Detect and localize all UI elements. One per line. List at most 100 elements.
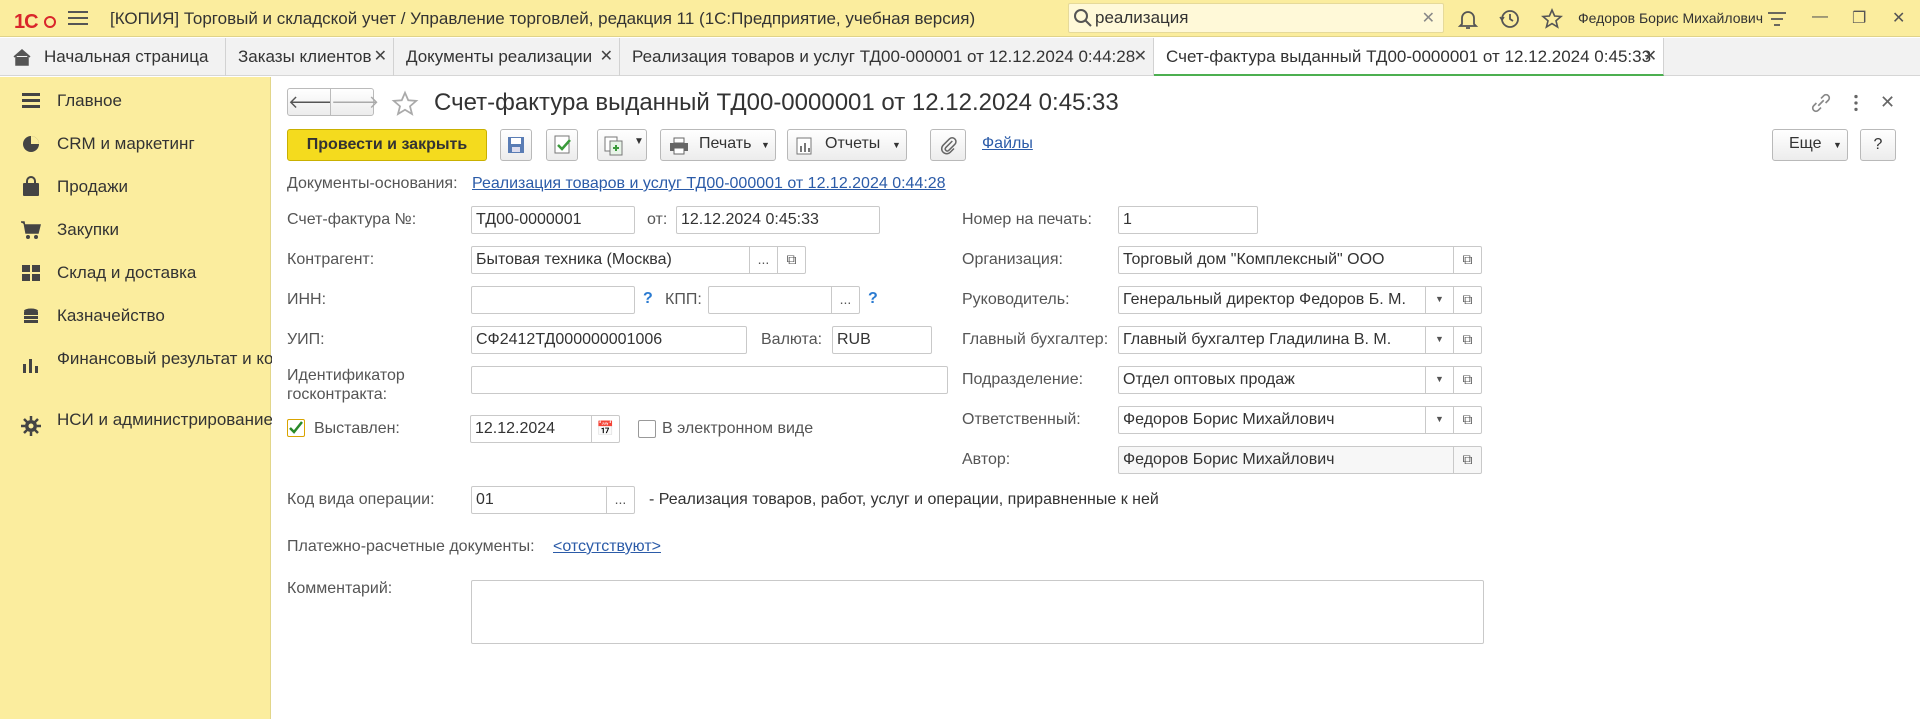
dropdown-arrow-icon[interactable]: ▼	[1425, 287, 1453, 313]
attach-button[interactable]	[930, 129, 966, 161]
responsible-field[interactable]: Федоров Борис Михайлович ▼ ⧉	[1118, 406, 1482, 434]
open-icon[interactable]: ⧉	[1453, 407, 1481, 433]
organization-field[interactable]: Торговый дом "Комплексный" ООО ⧉	[1118, 246, 1482, 274]
tab-customer-orders[interactable]: Заказы клиентов ✕	[226, 38, 394, 76]
app-logo[interactable]: 1С	[14, 7, 65, 35]
search-input[interactable]	[1095, 7, 1405, 29]
open-icon[interactable]: ⧉	[1453, 327, 1481, 353]
tab-home[interactable]: Начальная страница	[0, 38, 226, 76]
gov-contract-id-field[interactable]	[471, 366, 948, 394]
author-field[interactable]: Федоров Борис Михайлович ⧉	[1118, 446, 1482, 474]
currency-label: Валюта:	[761, 331, 823, 348]
minimize-icon[interactable]: —	[1812, 8, 1828, 26]
files-link[interactable]: Файлы	[982, 135, 1033, 153]
print-no-label: Номер на печать:	[962, 211, 1092, 228]
page-title: Счет-фактура выданный ТД00-0000001 от 12…	[434, 89, 1119, 116]
chief-accountant-field[interactable]: Главный бухгалтер Гладилина В. М. ▼ ⧉	[1118, 326, 1482, 354]
close-form-icon[interactable]: ✕	[1880, 92, 1895, 113]
close-tab-icon[interactable]: ✕	[374, 38, 387, 76]
tab-sales-documents[interactable]: Документы реализации ✕	[394, 38, 620, 76]
department-field[interactable]: Отдел оптовых продаж ▼ ⧉	[1118, 366, 1482, 394]
reports-icon	[796, 137, 812, 155]
link-icon[interactable]	[1810, 92, 1832, 114]
close-tab-icon[interactable]: ✕	[1644, 38, 1657, 76]
settings-lines-icon[interactable]	[1765, 7, 1789, 31]
open-icon[interactable]: ⧉	[1453, 247, 1481, 273]
search-icon	[1074, 9, 1092, 27]
sidebar-item-finance[interactable]: Финансовый результат и контроллинг	[0, 338, 354, 384]
dropdown-arrow-icon[interactable]: ▼	[1425, 367, 1453, 393]
select-button[interactable]: ...	[831, 287, 859, 313]
head-field[interactable]: Генеральный директор Федоров Б. М. ▼ ⧉	[1118, 286, 1482, 314]
restore-icon[interactable]: ❐	[1852, 8, 1866, 28]
current-user[interactable]: Федоров Борис Михайлович	[1578, 10, 1763, 26]
electronic-checkbox[interactable]	[638, 420, 656, 438]
print-button[interactable]: Печать ▼	[660, 129, 776, 161]
coins-icon	[24, 308, 38, 323]
open-icon[interactable]: ⧉	[1453, 367, 1481, 393]
sidebar-item-treasury[interactable]: Казначейство	[0, 295, 271, 335]
organization-label: Организация:	[962, 251, 1063, 268]
select-button[interactable]: ...	[606, 487, 634, 513]
invoice-no-field[interactable]: ТД00-0000001	[471, 206, 635, 234]
post-button[interactable]	[546, 129, 578, 161]
sidebar-item-sales[interactable]: Продажи	[0, 166, 271, 206]
close-tab-icon[interactable]: ✕	[1134, 38, 1147, 76]
bell-icon[interactable]	[1456, 7, 1480, 31]
issued-checkbox[interactable]	[287, 419, 305, 437]
menu-lines-icon	[22, 93, 40, 108]
forward-button[interactable]: 🡒	[330, 88, 379, 116]
sidebar-item-purchases[interactable]: Закупки	[0, 209, 271, 249]
uip-label: УИП:	[287, 331, 325, 348]
kpp-help-icon[interactable]: ?	[868, 290, 878, 308]
window-title: [КОПИЯ] Торговый и складской учет / Упра…	[110, 9, 976, 28]
open-icon[interactable]: ⧉	[1453, 287, 1481, 313]
sidebar-item-crm[interactable]: CRM и маркетинг	[0, 123, 271, 163]
basis-doc-link[interactable]: Реализация товаров и услуг ТД00-000001 о…	[472, 175, 946, 193]
clear-search-icon[interactable]: ✕	[1422, 8, 1435, 28]
close-tab-icon[interactable]: ✕	[600, 38, 613, 76]
comment-textarea[interactable]	[471, 580, 1484, 644]
history-icon[interactable]	[1498, 7, 1522, 31]
counterparty-field[interactable]: Бытовая техника (Москва) ... ⧉	[471, 246, 806, 274]
global-search[interactable]: ✕	[1068, 3, 1444, 33]
open-icon[interactable]: ⧉	[1453, 447, 1481, 473]
author-label: Автор:	[962, 451, 1011, 468]
sidebar-item-admin[interactable]: НСИ и администрирование	[0, 399, 273, 445]
close-window-icon[interactable]: ✕	[1892, 8, 1905, 28]
calendar-icon[interactable]: 📅	[591, 416, 619, 442]
more-button[interactable]: Еще ▼	[1772, 129, 1848, 161]
currency-field[interactable]: RUB	[832, 326, 932, 354]
dropdown-arrow-icon[interactable]: ▼	[1425, 407, 1453, 433]
open-icon[interactable]: ⧉	[777, 247, 805, 273]
select-button[interactable]: ...	[749, 247, 777, 273]
logo-c-mark-icon	[44, 15, 57, 28]
kpp-field[interactable]: ...	[708, 286, 860, 314]
operation-code-field[interactable]: 01 ...	[471, 486, 635, 514]
electronic-label: В электронном виде	[662, 420, 814, 437]
post-and-close-button[interactable]: Провести и закрыть	[287, 129, 487, 161]
create-based-on-button[interactable]: ▼	[597, 129, 647, 161]
pie-chart-icon	[23, 136, 39, 152]
reports-button[interactable]: Отчеты ▼	[787, 129, 907, 161]
post-document-icon	[554, 135, 571, 154]
tab-sales-doc[interactable]: Реализация товаров и услуг ТД00-000001 о…	[620, 38, 1154, 76]
uip-field[interactable]: СФ2412ТД000000001006	[471, 326, 747, 354]
issued-date-field[interactable]: 12.12.2024 📅	[470, 415, 620, 443]
inn-help-icon[interactable]: ?	[643, 290, 653, 308]
favorite-star-icon[interactable]	[390, 89, 420, 119]
more-vertical-icon[interactable]	[1845, 92, 1867, 114]
tab-invoice[interactable]: Счет-фактура выданный ТД00-0000001 от 12…	[1154, 38, 1664, 76]
help-button[interactable]: ?	[1860, 129, 1896, 161]
sidebar-item-warehouse[interactable]: Склад и доставка	[0, 252, 271, 292]
dropdown-arrow-icon[interactable]: ▼	[1425, 327, 1453, 353]
star-icon[interactable]	[1540, 7, 1564, 31]
inn-field[interactable]	[471, 286, 635, 314]
sidebar-item-main[interactable]: Главное	[0, 80, 271, 120]
main-menu-icon[interactable]	[68, 9, 88, 29]
payment-docs-link[interactable]: <отсутствуют>	[553, 538, 661, 556]
save-button[interactable]	[500, 129, 532, 161]
print-no-field[interactable]: 1	[1118, 206, 1258, 234]
date-from-field[interactable]: 12.12.2024 0:45:33	[676, 206, 880, 234]
back-button[interactable]: 🡐	[287, 88, 336, 116]
